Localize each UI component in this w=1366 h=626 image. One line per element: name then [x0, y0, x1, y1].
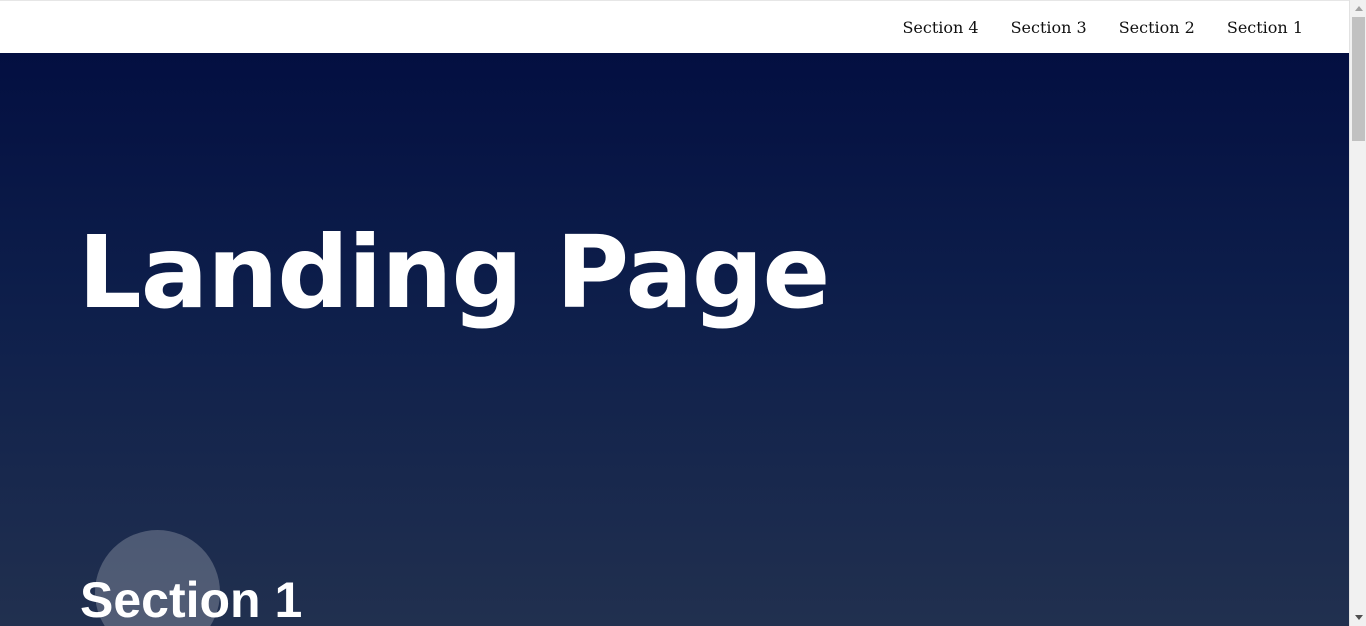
nav-list: Section 4 Section 3 Section 2 Section 1 — [886, 1, 1319, 54]
nav-item-section-4[interactable]: Section 4 — [886, 18, 994, 37]
scrollbar-thumb[interactable] — [1352, 17, 1365, 141]
vertical-scrollbar[interactable] — [1349, 0, 1366, 626]
section-1-heading: Section 1 — [80, 572, 303, 626]
scroll-up-arrow-icon[interactable] — [1350, 0, 1366, 17]
hero-main: Landing Page Section 1 — [0, 53, 1349, 626]
nav-item-section-2[interactable]: Section 2 — [1103, 18, 1211, 37]
page-viewport: Section 4 Section 3 Section 2 Section 1 … — [0, 0, 1349, 626]
nav-item-section-3[interactable]: Section 3 — [995, 18, 1103, 37]
nav-item-section-1[interactable]: Section 1 — [1211, 18, 1319, 37]
navbar: Section 4 Section 3 Section 2 Section 1 — [0, 0, 1349, 53]
hero-title: Landing Page — [78, 214, 830, 331]
scroll-down-arrow-icon[interactable] — [1350, 609, 1366, 626]
